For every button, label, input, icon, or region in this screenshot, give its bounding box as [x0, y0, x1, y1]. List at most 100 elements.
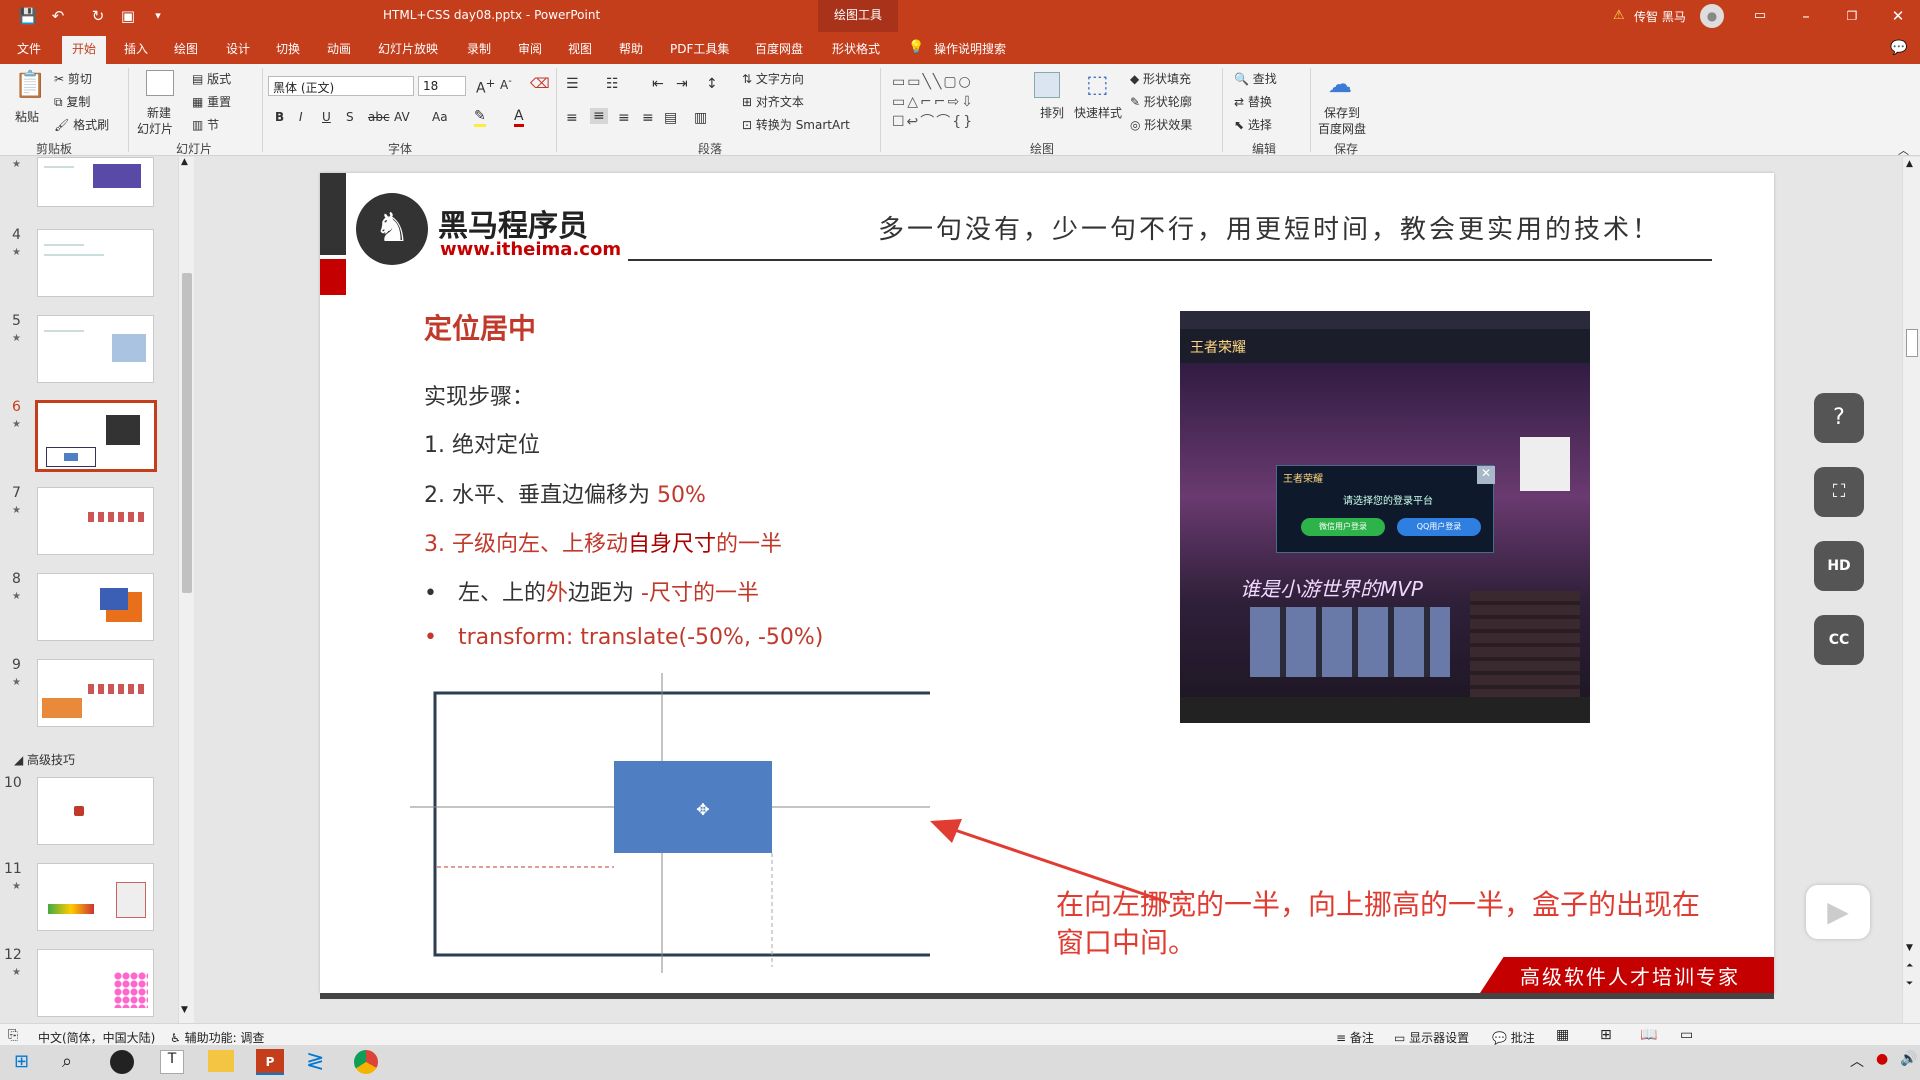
scroll-up-icon[interactable]: ▲ — [181, 157, 188, 167]
play-video-icon[interactable]: ▶ — [1806, 885, 1870, 939]
slideshow-view-icon[interactable]: ▭ — [1680, 1027, 1693, 1043]
slide-thumbnail[interactable] — [37, 315, 154, 383]
tab-pdf-tools[interactable]: PDF工具集 — [670, 40, 729, 57]
scroll-down-icon[interactable]: ▼ — [181, 1005, 188, 1015]
format-painter-button[interactable]: 🖌 格式刷 — [54, 116, 109, 133]
numbering-icon[interactable]: ☷ — [606, 76, 619, 92]
scroll-thumb[interactable] — [182, 273, 192, 593]
highlight-icon[interactable]: ✎ — [474, 108, 486, 127]
reset-button[interactable]: ▦ 重置 — [192, 93, 231, 110]
slide-thumbnail[interactable] — [37, 487, 154, 555]
paste-icon[interactable]: 📋 — [14, 70, 46, 100]
avatar[interactable]: ● — [1700, 4, 1724, 28]
quick-styles-icon[interactable]: ⬚ — [1086, 70, 1109, 98]
slide-thumbnail-selected[interactable] — [35, 400, 157, 472]
align-right-icon[interactable]: ≡ — [618, 110, 630, 126]
slide-thumbnail[interactable] — [37, 949, 154, 1017]
normal-view-icon[interactable]: ▦ — [1556, 1027, 1569, 1043]
search-icon[interactable]: ⌕ — [62, 1051, 72, 1072]
next-slide-icon[interactable]: ⏷ — [1906, 979, 1913, 989]
slide-canvas[interactable]: ♞ 黑马程序员 www.itheima.com 多一句没有，少一句不行，用更短时… — [320, 173, 1774, 999]
arrange-icon[interactable] — [1034, 72, 1060, 98]
new-slide-label[interactable]: 幻灯片 — [137, 120, 173, 137]
shadow-button[interactable]: S — [346, 110, 354, 124]
smartart-button[interactable]: ⊡ 转换为 SmartArt — [742, 116, 850, 133]
line-spacing-icon[interactable]: ↕ — [706, 76, 718, 92]
typora-icon[interactable]: T — [160, 1050, 184, 1074]
clear-format-icon[interactable]: ⌫ — [530, 76, 550, 92]
tab-view[interactable]: 视图 — [568, 40, 592, 57]
font-name-select[interactable]: 黑体 (正文) — [268, 76, 414, 96]
tab-draw[interactable]: 绘图 — [174, 40, 198, 57]
reading-view-icon[interactable]: 📖 — [1640, 1027, 1657, 1043]
quick-styles-button[interactable]: 快速样式 — [1074, 104, 1122, 121]
tab-animations[interactable]: 动画 — [327, 40, 351, 57]
tab-file[interactable]: 文件 — [17, 40, 41, 57]
collapse-ribbon-icon[interactable]: ︿ — [1898, 142, 1909, 158]
tab-home[interactable]: 开始 — [62, 36, 107, 64]
strikethrough-button[interactable]: abc — [368, 110, 390, 124]
section-header[interactable]: ◢ 高级技巧 — [14, 751, 75, 768]
thumbnail-scrollbar[interactable]: ▲ ▼ — [178, 157, 194, 1023]
ribbon-display-icon[interactable]: ▭ — [1750, 6, 1770, 26]
tab-slideshow[interactable]: 幻灯片放映 — [378, 40, 438, 57]
replace-button[interactable]: ⇄ 替换 — [1234, 93, 1272, 110]
change-case-button[interactable]: Aa — [432, 110, 448, 124]
tray-chevron-icon[interactable]: ︿ — [1850, 1051, 1864, 1071]
prev-slide-icon[interactable]: ⏶ — [1906, 961, 1913, 971]
language-status[interactable]: 中文(简体，中国大陆) — [38, 1029, 155, 1046]
tab-insert[interactable]: 插入 — [124, 40, 148, 57]
slide-thumbnail[interactable] — [37, 157, 154, 207]
present-icon[interactable]: ▣ — [118, 6, 138, 26]
justify-icon[interactable]: ≡ — [642, 110, 654, 126]
minimize-icon[interactable]: – — [1796, 6, 1816, 26]
tab-transitions[interactable]: 切换 — [276, 40, 300, 57]
slide-thumbnail[interactable] — [37, 659, 154, 727]
char-spacing-button[interactable]: AV — [394, 110, 410, 124]
slide-thumbnail[interactable] — [37, 777, 154, 845]
scroll-up-icon[interactable]: ▲ — [1906, 159, 1913, 169]
powerpoint-icon[interactable]: P — [256, 1049, 284, 1075]
select-button[interactable]: ⬉ 选择 — [1234, 116, 1272, 133]
customize-qat-icon[interactable]: ▾ — [148, 6, 168, 26]
sorter-view-icon[interactable]: ⊞ — [1600, 1027, 1612, 1043]
comments-button[interactable]: 💬 批注 — [1492, 1029, 1535, 1046]
tab-record[interactable]: 录制 — [467, 40, 491, 57]
display-settings-button[interactable]: ▭ 显示器设置 — [1394, 1029, 1469, 1046]
font-size-select[interactable]: 18 — [418, 76, 466, 96]
tab-design[interactable]: 设计 — [226, 40, 250, 57]
arrange-button[interactable]: 排列 — [1040, 104, 1064, 121]
grow-font-icon[interactable]: A+ — [476, 76, 495, 97]
bullets-icon[interactable]: ☰ — [566, 76, 579, 92]
question-icon[interactable]: ? — [1814, 393, 1864, 443]
underline-button[interactable]: U — [322, 110, 331, 124]
align-center-icon[interactable]: ≡ — [590, 108, 608, 124]
slide-thumbnail[interactable] — [37, 863, 154, 931]
crop-icon[interactable]: ⛶ — [1814, 467, 1864, 517]
distribute-icon[interactable]: ▤ — [664, 110, 677, 126]
copy-button[interactable]: ⧉ 复制 — [54, 93, 90, 110]
new-slide-icon[interactable] — [146, 70, 174, 96]
hd-icon[interactable]: HD — [1814, 541, 1864, 591]
cc-icon[interactable]: CC — [1814, 615, 1864, 665]
undo-icon[interactable]: ↶ — [48, 6, 68, 26]
chrome-icon[interactable] — [354, 1050, 378, 1074]
obs-icon[interactable] — [110, 1050, 134, 1074]
shape-effects-button[interactable]: ◎ 形状效果 — [1130, 116, 1192, 133]
baidu-cloud-icon[interactable]: ☁ — [1328, 70, 1352, 98]
bold-button[interactable]: B — [275, 110, 284, 124]
comment-icon[interactable]: 💬 — [1890, 40, 1907, 56]
shape-fill-button[interactable]: ◆ 形状填充 — [1130, 70, 1191, 87]
layout-button[interactable]: ▤ 版式 — [192, 70, 231, 87]
slide-thumbnail[interactable] — [37, 229, 154, 297]
align-left-icon[interactable]: ≡ — [566, 110, 578, 126]
slide-thumbnail[interactable] — [37, 573, 154, 641]
spellcheck-icon[interactable]: ⎘ — [8, 1028, 18, 1043]
new-slide-button[interactable]: 新建 — [147, 104, 171, 121]
font-color-icon[interactable]: A — [514, 108, 524, 127]
slide-scrollbar[interactable]: ▲ ▼ ⏶ ⏷ — [1902, 157, 1920, 1023]
text-direction-button[interactable]: ⇅ 文字方向 — [742, 70, 804, 87]
shapes-gallery[interactable]: ▭▭╲╲▢○ ▭△⌐⌐⇨⇩ ☐↩⌒⌒{} — [892, 72, 1022, 134]
find-button[interactable]: 🔍 查找 — [1234, 70, 1277, 87]
shrink-font-icon[interactable]: A- — [500, 76, 512, 92]
